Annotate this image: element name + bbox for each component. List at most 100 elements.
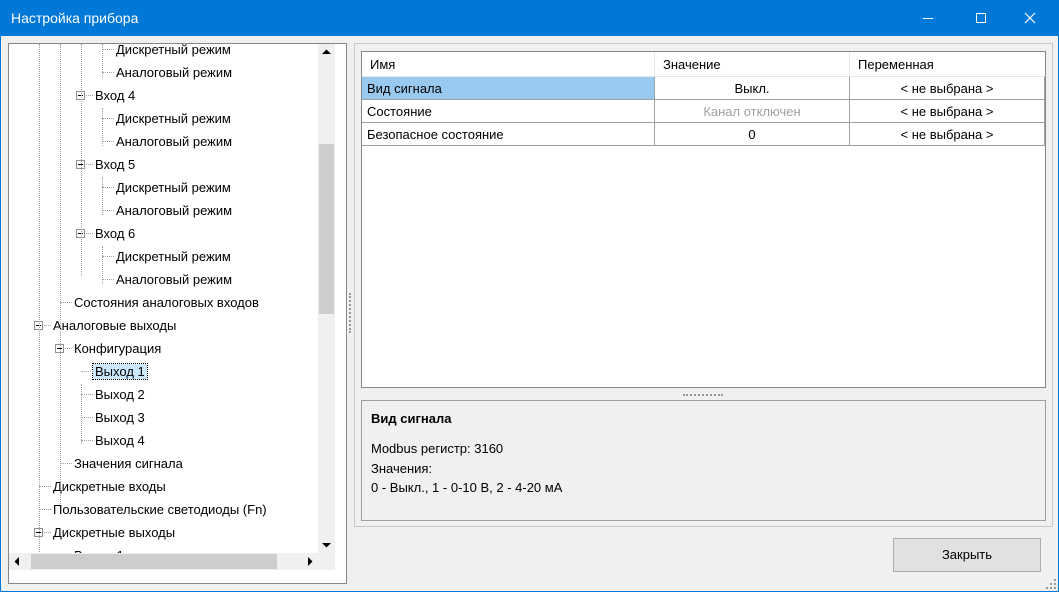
minimize-icon [923, 18, 933, 19]
tree-item-label: Аналоговые выходы [53, 318, 177, 333]
grid-row[interactable]: Вид сигнала Выкл. < не выбрана > [362, 77, 1045, 100]
tree-item[interactable]: Дискретные входы [51, 475, 168, 498]
title-bar[interactable]: Настройка прибора [1, 1, 1058, 36]
scroll-left-button[interactable] [9, 553, 26, 570]
row-value-cell[interactable]: Выкл. [655, 77, 850, 100]
tree-item[interactable]: Аналоговые выходы [51, 314, 178, 337]
tree-item-label: Аналоговый режим [116, 134, 233, 149]
horizontal-splitter[interactable] [683, 394, 723, 396]
tree-horizontal-scroll-thumb[interactable] [31, 554, 277, 569]
tree-guide-line [60, 44, 61, 504]
window-title: Настройка прибора [11, 10, 139, 26]
tree-item[interactable]: Вход 4 [93, 84, 137, 107]
tree-item-label: Пользовательские светодиоды (Fn) [53, 502, 267, 517]
tree-item[interactable]: Аналоговый режим [114, 61, 234, 84]
tree-item-label: Аналоговый режим [116, 65, 233, 80]
tree-item[interactable]: Вход 6 [93, 222, 137, 245]
tree-item-label: Конфигурация [74, 341, 162, 356]
grid-row[interactable]: Состояние Канал отключен < не выбрана > [362, 100, 1045, 123]
tree-item[interactable]: Дискретный режим [114, 245, 233, 268]
tree-guide-line [81, 384, 82, 444]
tree-item-label: Вход 4 [95, 88, 136, 103]
tree-vertical-scrollbar[interactable] [318, 44, 335, 553]
tree-connector [81, 371, 93, 372]
tree-item[interactable]: Аналоговый режим [114, 199, 234, 222]
settings-tree[interactable]: Дискретный режим Аналоговый режим Вход 4 Ди… [8, 43, 347, 584]
tree-connector [60, 302, 72, 303]
tree-guide-line [81, 44, 82, 276]
tree-connector [102, 49, 114, 50]
properties-grid[interactable]: Имя Значение Переменная Вид сигнала Выкл… [361, 51, 1046, 388]
tree-item-label: Дискретные выходы [53, 525, 176, 540]
maximize-button[interactable] [958, 1, 1004, 36]
tree-item[interactable]: Вход 5 [93, 153, 137, 176]
column-header-variable[interactable]: Переменная [850, 52, 1045, 77]
tree-item[interactable]: Дискретный режим [114, 107, 233, 130]
tree-rows: Дискретный режим Аналоговый режим Вход 4 Ди… [9, 44, 318, 553]
tree-item[interactable]: Конфигурация [72, 337, 163, 360]
tree-item-label: Выход 4 [95, 433, 145, 448]
tree-item[interactable]: Выход 1 [72, 544, 126, 553]
tree-item-label: Дискретный режим [116, 44, 231, 57]
close-window-button[interactable] [1007, 1, 1053, 36]
vertical-splitter[interactable] [349, 293, 351, 333]
tree-connector [102, 141, 114, 142]
row-variable-cell[interactable]: < не выбрана > [850, 123, 1045, 146]
tree-connector [81, 440, 93, 441]
tree-connector [102, 210, 114, 211]
tree-item[interactable]: Дискретный режим [114, 44, 233, 61]
tree-item-label: Состояния аналоговых входов [74, 295, 259, 310]
tree-item[interactable]: Дискретные выходы [51, 521, 177, 544]
row-variable-cell[interactable]: < не выбрана > [850, 77, 1045, 100]
resize-grip-icon[interactable] [1045, 578, 1057, 590]
tree-connector [102, 279, 114, 280]
row-variable-cell[interactable]: < не выбрана > [850, 100, 1045, 123]
close-button[interactable]: Закрыть [893, 538, 1041, 572]
minimize-button[interactable] [905, 1, 951, 36]
description-register: Modbus регистр: 3160 [371, 441, 504, 456]
tree-connector [102, 118, 114, 119]
tree-item-label: Дискретный режим [116, 249, 231, 264]
tree-connector [39, 486, 51, 487]
device-settings-window: Настройка прибора Дискретный режим Аналог… [0, 0, 1059, 592]
row-name-cell[interactable]: Состояние [362, 100, 655, 123]
tree-connector [102, 187, 114, 188]
close-icon [1024, 12, 1036, 24]
scroll-right-button[interactable] [301, 553, 318, 570]
tree-item[interactable]: Значения сигнала [72, 452, 185, 475]
tree-connector [39, 509, 51, 510]
row-value-cell[interactable]: 0 [655, 123, 850, 146]
tree-item[interactable]: Выход 2 [93, 383, 147, 406]
tree-item[interactable]: Выход 4 [93, 429, 147, 452]
tree-connector [60, 463, 72, 464]
scroll-right-arrow-icon [308, 557, 313, 566]
tree-item-label: Выход 1 [92, 363, 148, 380]
tree-connector [102, 72, 114, 73]
tree-vertical-scroll-thumb[interactable] [319, 144, 334, 314]
tree-item[interactable]: Пользовательские светодиоды (Fn) [51, 498, 269, 521]
scroll-up-button[interactable] [318, 44, 335, 61]
tree-item-label: Выход 3 [95, 410, 145, 425]
grid-row[interactable]: Безопасное состояние 0 < не выбрана > [362, 123, 1045, 146]
tree-item[interactable]: Аналоговый режим [114, 130, 234, 153]
tree-item[interactable]: Выход 1 [92, 360, 148, 383]
row-name-cell[interactable]: Вид сигнала [362, 77, 655, 100]
tree-item[interactable]: Аналоговый режим [114, 268, 234, 291]
tree-item[interactable]: Выход 3 [93, 406, 147, 429]
description-panel: Вид сигнала Modbus регистр: 3160 Значени… [361, 400, 1046, 521]
column-header-name[interactable]: Имя [362, 52, 655, 77]
tree-item-label: Выход 2 [95, 387, 145, 402]
tree-item-label: Аналоговый режим [116, 272, 233, 287]
scroll-down-arrow-icon [322, 543, 331, 548]
row-name-cell[interactable]: Безопасное состояние [362, 123, 655, 146]
tree-item-label: Аналоговый режим [116, 203, 233, 218]
tree-item[interactable]: Дискретный режим [114, 176, 233, 199]
column-header-value[interactable]: Значение [655, 52, 850, 77]
maximize-icon [976, 13, 986, 23]
tree-item-label: Дискретный режим [116, 180, 231, 195]
scroll-down-button[interactable] [318, 536, 335, 553]
tree-horizontal-scrollbar[interactable] [9, 553, 318, 570]
tree-item-label: Дискретный режим [116, 111, 231, 126]
tree-item[interactable]: Состояния аналоговых входов [72, 291, 261, 314]
tree-connector [81, 417, 93, 418]
